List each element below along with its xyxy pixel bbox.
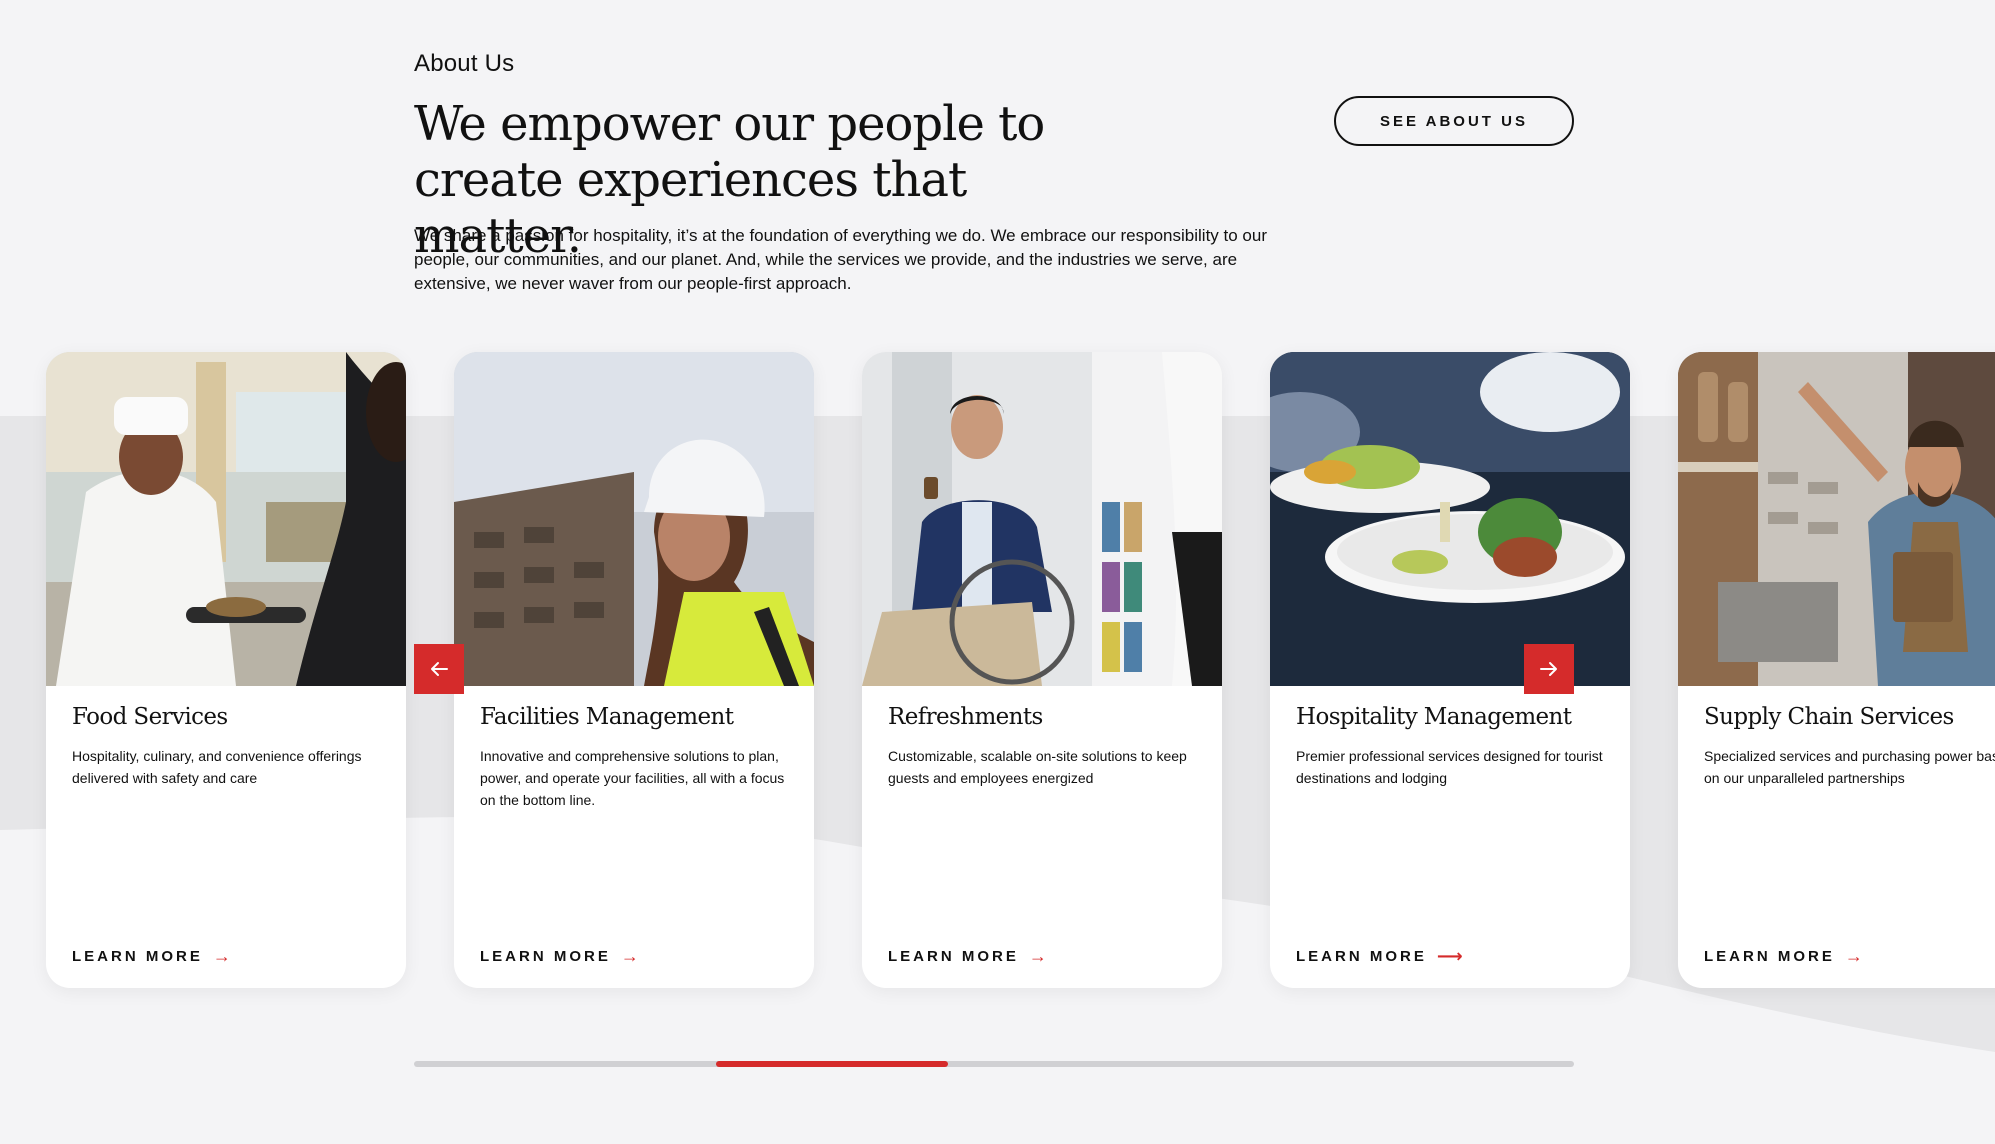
card-description: Specialized services and purchasing powe… [1704,748,1995,786]
section-intro: We share a passion for hospitality, it’s… [414,226,1267,293]
card-description: Premier professional services designed f… [1296,748,1603,786]
card-supply-chain-services[interactable]: Supply Chain Services Specialized servic… [1678,352,1995,988]
learn-more-link[interactable]: LEARN MORE ⟶ [1296,946,1463,967]
learn-more-link[interactable]: LEARN MORE → [72,946,231,967]
card-title: Hospitality Management [1296,704,1572,730]
see-about-us-button[interactable]: SEE ABOUT US [1334,96,1574,146]
card-hospitality-management[interactable]: Hospitality Management Premier professio… [1270,352,1630,988]
card-description: Hospitality, culinary, and convenience o… [72,748,362,786]
card-description: Customizable, scalable on-site solutions… [888,748,1187,786]
card-title: Supply Chain Services [1704,704,1954,730]
arrow-right-icon: → [212,946,231,966]
carousel-next-button[interactable] [1524,644,1574,694]
learn-more-label: LEARN MORE [1296,948,1427,965]
learn-more-link[interactable]: LEARN MORE → [480,946,639,967]
card-refreshments[interactable]: Refreshments Customizable, scalable on-s… [862,352,1222,988]
card-food-services[interactable]: Food Services Hospitality, culinary, and… [46,352,406,988]
card-title: Food Services [72,704,228,730]
learn-more-label: LEARN MORE [888,948,1019,965]
arrow-left-icon [431,662,448,676]
card-title: Facilities Management [480,704,734,730]
learn-more-label: LEARN MORE [72,948,203,965]
card-title: Refreshments [888,704,1043,730]
section-eyebrow: About Us [414,50,515,77]
warehouse-clipboard-image [1678,352,1995,686]
worker-hardhat-image [454,352,814,686]
carousel-progress-track[interactable] [414,1061,1574,1067]
arrow-right-icon: → [1844,946,1863,966]
learn-more-link[interactable]: LEARN MORE → [1704,946,1863,967]
card-facilities-management[interactable]: Facilities Management Innovative and com… [454,352,814,988]
arrow-right-icon: ⟶ [1436,946,1463,966]
learn-more-label: LEARN MORE [1704,948,1835,965]
arrow-right-icon: → [620,946,639,966]
plated-dishes-image [1270,352,1630,686]
arrow-right-icon: → [1028,946,1047,966]
card-description: Innovative and comprehensive solutions t… [480,748,785,808]
man-coffee-wheelchair-image [862,352,1222,686]
carousel-progress-fill [715,1061,948,1067]
carousel-prev-button[interactable] [414,644,464,694]
learn-more-link[interactable]: LEARN MORE → [888,946,1047,967]
chef-serving-food-image [46,352,406,686]
arrow-right-icon [1540,662,1557,676]
learn-more-label: LEARN MORE [480,948,611,965]
